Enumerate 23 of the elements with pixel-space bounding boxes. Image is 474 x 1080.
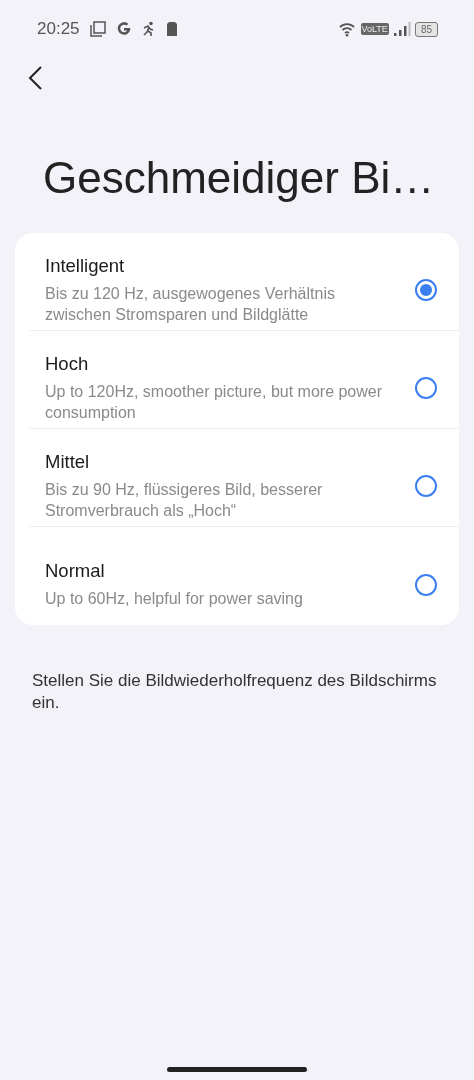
radio-button[interactable] (415, 279, 437, 301)
back-icon[interactable] (28, 65, 44, 91)
clock: 20:25 (37, 19, 80, 39)
radio-button[interactable] (415, 475, 437, 497)
option-description: Bis zu 90 Hz, flüssigeres Bild, besserer Stromverbrauch als „Hoch“ (45, 480, 324, 521)
battery-indicator: 85 (414, 21, 438, 37)
option-description: Bis zu 120 Hz, ausgewogenes Verhältnis zwischen Stromsparen und Bildglätte (45, 284, 336, 325)
radio-button[interactable] (415, 377, 437, 399)
volte-badge: VoLTE (360, 23, 389, 35)
option-label: Normal (45, 560, 106, 582)
page-title: Geschmeidiger Bi… (43, 153, 436, 204)
footer-text: Stellen Sie die Bildwiederholfrequenz des Bildschirms ein. (32, 670, 438, 714)
copy-icon (89, 21, 106, 37)
running-icon (141, 21, 156, 37)
option-label: Mittel (45, 451, 91, 473)
radio-button[interactable] (415, 573, 437, 596)
signal-icon (392, 21, 411, 37)
option-description: Up to 60Hz, helpful for power saving (45, 589, 304, 609)
sim-card-icon (165, 21, 178, 37)
google-icon (115, 21, 132, 37)
option-label: Intelligent (45, 255, 126, 277)
option-label: Hoch (45, 353, 90, 375)
option-description: Up to 120Hz, smoother picture, but more power consumption (45, 382, 384, 423)
